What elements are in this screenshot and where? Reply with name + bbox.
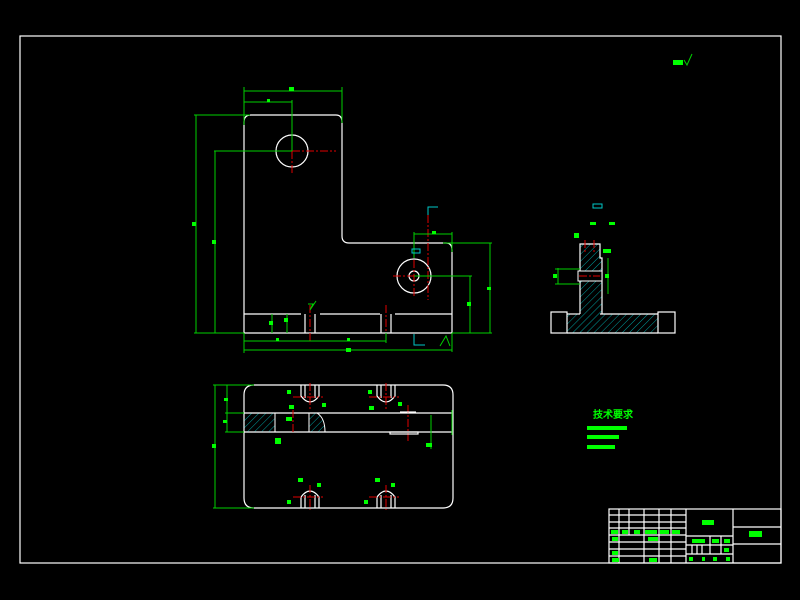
front-view [192, 87, 492, 353]
top-view [212, 383, 454, 510]
roughness-symbol [673, 53, 693, 67]
side-section-view [550, 203, 676, 334]
drawing-frame [19, 35, 782, 564]
cad-drawing: 技术要求 [19, 35, 782, 564]
technical-requirements: 技术要求 [587, 408, 634, 449]
technical-requirements-title: 技术要求 [593, 408, 634, 421]
